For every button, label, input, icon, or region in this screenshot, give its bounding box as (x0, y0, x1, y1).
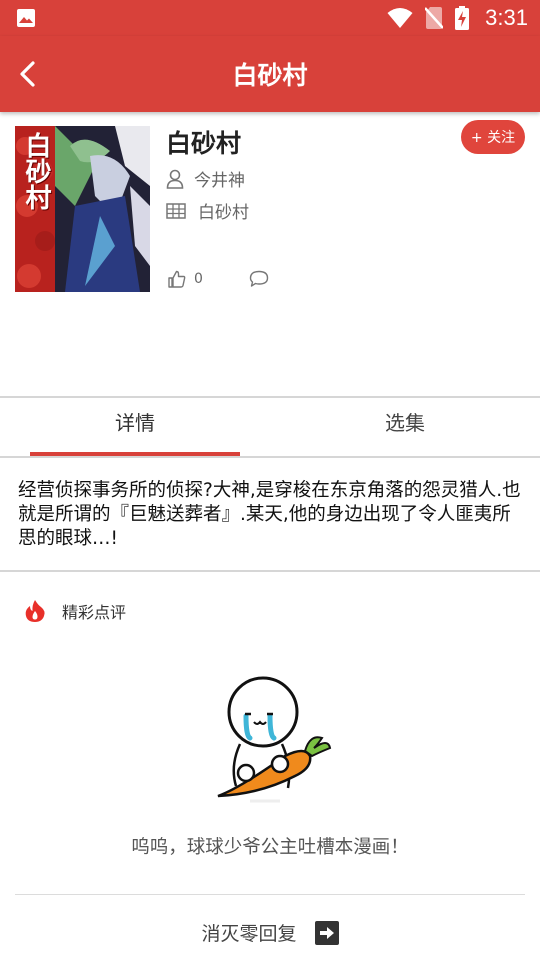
author-row: 今井神 (166, 166, 245, 191)
synopsis-text: 经营侦探事务所的侦探?大神,是穿梭在东京角落的怨灵猎人.也就是所谓的『巨魅送葬者… (18, 480, 521, 549)
arrow-right-icon (314, 920, 339, 945)
stats-row: 0 (168, 270, 269, 288)
category-row: 白砂村 (166, 198, 249, 223)
comments-section-header: 精彩点评 (22, 598, 126, 624)
cover-title-art: 白砂村 (21, 132, 51, 210)
tab-episodes[interactable]: 选集 (270, 398, 540, 456)
comments-section-title: 精彩点评 (62, 603, 127, 622)
thumbs-up-icon (168, 270, 186, 288)
divider (0, 570, 540, 572)
divider (0, 456, 540, 458)
comic-title: 白砂村 (166, 129, 242, 158)
reply-label: 消灭零回复 (201, 923, 297, 945)
like-count: 0 (194, 271, 203, 287)
crying-doll-carrot-illustration (217, 676, 332, 803)
tab-details[interactable]: 详情 (0, 398, 270, 456)
comment-button[interactable] (249, 270, 269, 288)
comic-cover-image[interactable]: 白砂村 (15, 126, 150, 292)
no-sim-icon (425, 7, 444, 29)
wifi-icon (387, 8, 413, 28)
app-bar: 白砂村 (0, 36, 540, 112)
image-icon (17, 9, 35, 27)
category-icon (166, 202, 186, 219)
comment-icon (249, 270, 269, 287)
follow-button[interactable]: + 关注 (461, 120, 525, 154)
divider (15, 894, 525, 895)
author-name[interactable]: 今井神 (194, 166, 245, 191)
tab-bar: 详情 选集 (0, 398, 540, 456)
reply-button[interactable]: 消灭零回复 (0, 919, 540, 946)
page-title: 白砂村 (232, 61, 308, 90)
status-bar: 3:31 (0, 0, 540, 36)
status-time: 3:31 (485, 5, 528, 30)
user-icon (166, 169, 184, 189)
like-button[interactable]: 0 (168, 270, 203, 288)
empty-comments-text: 呜呜，球球少爷公主吐槽本漫画！ (131, 837, 409, 858)
empty-comments-illustration (210, 676, 340, 811)
category-name: 白砂村 (198, 203, 249, 223)
battery-icon (455, 6, 470, 30)
fire-icon (25, 600, 45, 622)
